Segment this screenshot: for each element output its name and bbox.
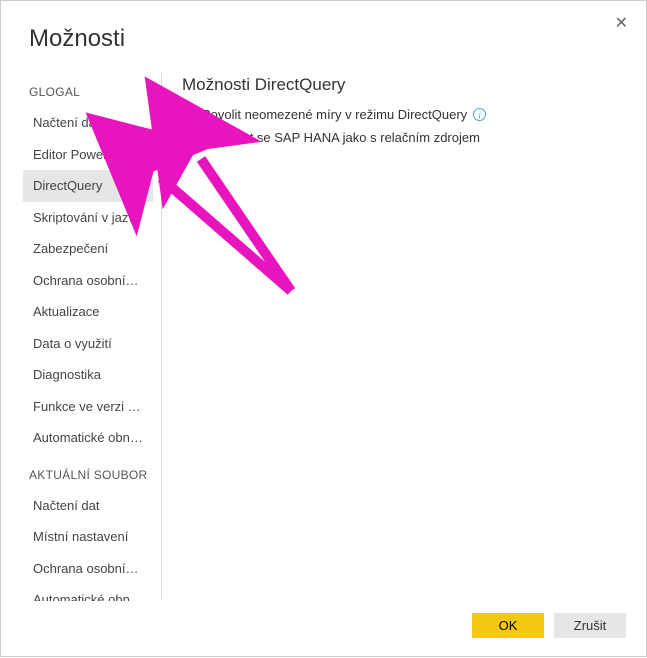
option-sap-hana-relational: ✓ Nakládat se SAP HANA jako s relačním z… xyxy=(182,130,622,145)
sidebar-section-header: AKTUÁLNÍ SOUBOR xyxy=(29,468,161,482)
option-allow-unrestricted: Povolit neomezené míry v režimu DirectQu… xyxy=(182,107,622,122)
sidebar-item-power-query[interactable]: Editor Power Query xyxy=(23,139,153,171)
sidebar-item-diagnostics[interactable]: Diagnostika xyxy=(23,359,153,391)
sidebar-item-r-scripting[interactable]: Skriptování v jazyce R xyxy=(23,202,153,234)
checkbox-sap-hana[interactable]: ✓ xyxy=(182,131,195,144)
option-label: Povolit neomezené míry v režimu DirectQu… xyxy=(202,107,467,122)
options-dialog: ✕ Možnosti GLOGAL Načtení dat Editor Pow… xyxy=(1,1,646,656)
sidebar-item-privacy-file[interactable]: Ochrana osobních úd... xyxy=(23,553,153,585)
sidebar-item-privacy[interactable]: Ochrana osobních úd... xyxy=(23,265,153,297)
sidebar-item-preview[interactable]: Funkce ve verzi Previ... xyxy=(23,391,153,423)
vertical-divider xyxy=(161,71,162,601)
cancel-button[interactable]: Zrušit xyxy=(554,613,626,638)
dialog-footer: OK Zrušit xyxy=(1,601,646,656)
dialog-body: GLOGAL Načtení dat Editor Power Query Di… xyxy=(1,71,646,601)
content-title: Možnosti DirectQuery xyxy=(182,75,622,95)
sidebar-item-auto-recovery-file[interactable]: Automatické obnovení xyxy=(23,584,153,601)
sidebar-item-load-data[interactable]: Načtení dat xyxy=(23,107,153,139)
info-icon[interactable]: i xyxy=(473,108,486,121)
sidebar-item-updates[interactable]: Aktualizace xyxy=(23,296,153,328)
dialog-title: Možnosti xyxy=(1,1,646,71)
sidebar-item-auto-recovery[interactable]: Automatické obnovení xyxy=(23,422,153,454)
checkbox-allow-unrestricted[interactable] xyxy=(182,108,195,121)
option-label: Nakládat se SAP HANA jako s relačním zdr… xyxy=(202,130,480,145)
sidebar-item-directquery[interactable]: DirectQuery xyxy=(23,170,153,202)
sidebar-section-header: GLOGAL xyxy=(29,85,161,99)
close-icon[interactable]: ✕ xyxy=(615,13,628,33)
content-pane: Možnosti DirectQuery Povolit neomezené m… xyxy=(170,71,646,601)
sidebar-item-security[interactable]: Zabezpečení xyxy=(23,233,153,265)
sidebar: GLOGAL Načtení dat Editor Power Query Di… xyxy=(1,71,161,601)
ok-button[interactable]: OK xyxy=(472,613,544,638)
sidebar-item-regional[interactable]: Místní nastavení xyxy=(23,521,153,553)
sidebar-item-usage-data[interactable]: Data o využití xyxy=(23,328,153,360)
sidebar-item-load-data-file[interactable]: Načtení dat xyxy=(23,490,153,522)
